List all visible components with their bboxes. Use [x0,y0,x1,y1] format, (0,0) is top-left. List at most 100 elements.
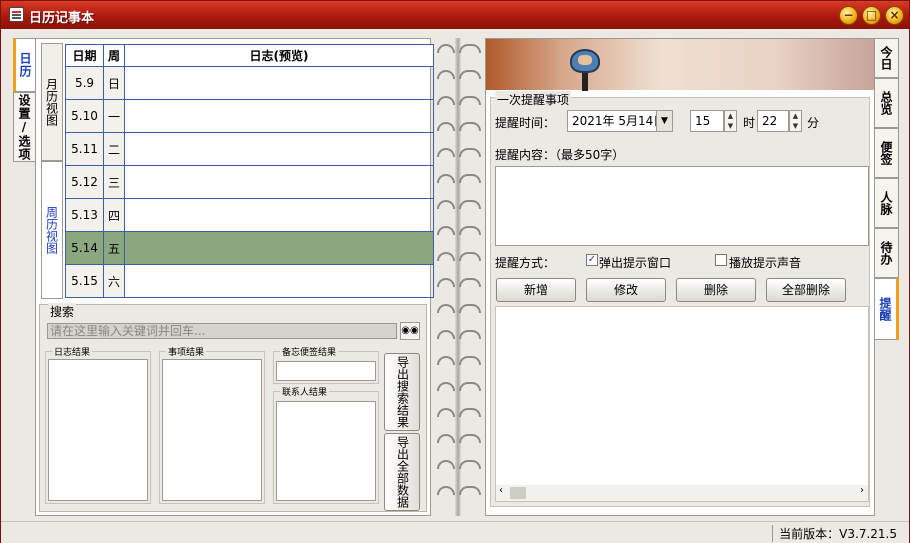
table-row[interactable]: 5.10 一 [65,99,434,133]
tab-month-view[interactable]: 月历视图 [41,43,63,161]
log-cell[interactable] [124,99,434,133]
reminder-time-label: 提醒时间： [495,116,556,130]
tab-overview[interactable]: 总览 [875,78,899,128]
log-results-list[interactable] [48,359,148,501]
table-row[interactable]: 5.9 日 [65,66,434,100]
sound-label: 播放提示声音 [729,256,802,270]
close-icon: × [889,8,900,22]
maximize-button[interactable]: □ [862,6,881,25]
tab-calendar[interactable]: 日历 [13,38,35,92]
weekday-cell: 日 [103,66,125,100]
contact-results-list[interactable] [276,401,376,501]
column-header-log: 日志(预览) [124,44,434,67]
memo-results-list[interactable] [276,361,376,381]
tab-contacts[interactable]: 人脉 [875,178,899,228]
table-row-selected[interactable]: 5.14 五 [65,231,434,265]
heart-icon [566,45,604,91]
reminder-list[interactable]: ‹ › [495,306,869,502]
popup-checkbox[interactable]: ✓ [586,254,598,266]
minute-unit-label: 分 [807,116,820,130]
tab-today[interactable]: 今日 [875,38,899,78]
date-cell: 5.10 [65,99,104,133]
spiral-ring [437,42,481,53]
minute-spinner[interactable]: ▲ ▼ [789,110,802,132]
spiral-ring [437,198,481,209]
chevron-left-icon[interactable]: ‹ [499,485,503,496]
reminder-form: 一次提醒事项 提醒时间： 2021年 5月14日 ▼ 15 ▲ ▼ 时 22 ▲ ▼… [490,91,870,507]
tab-todo[interactable]: 待办 [875,228,899,278]
export-all-data-button[interactable]: 导出全部数据 [384,433,420,511]
table-row[interactable]: 5.12 三 [65,165,434,199]
horizontal-scrollbar[interactable]: ‹ › [496,485,868,501]
delete-button[interactable]: 删除 [676,278,756,302]
log-results-label: 日志结果 [52,345,93,358]
log-cell[interactable] [124,132,434,166]
table-row[interactable]: 5.13 四 [65,198,434,232]
hour-spinner[interactable]: ▲ ▼ [724,110,737,132]
popup-label: 弹出提示窗口 [599,256,672,270]
spiral-ring [437,484,481,495]
spiral-ring [437,302,481,313]
banner-image [486,39,874,91]
weekday-cell: 四 [103,198,125,232]
tab-notes[interactable]: 便签 [875,128,899,178]
edit-button[interactable]: 修改 [586,278,666,302]
reminder-group-label: 一次提醒事项 [495,91,572,108]
spiral-ring [437,172,481,183]
column-header-weekday: 周 [103,44,125,67]
contact-results-label: 联系人结果 [280,385,330,398]
date-cell: 5.9 [65,66,104,100]
chevron-down-icon[interactable]: ▼ [656,111,672,131]
tab-settings[interactable]: 设置/选项 [13,92,35,162]
date-cell: 5.12 [65,165,104,199]
reminder-content-textarea[interactable] [495,166,869,246]
column-header-date: 日期 [65,44,104,67]
title-bar[interactable]: 日历记事本 − □ × [1,1,909,29]
chevron-right-icon[interactable]: › [860,485,864,496]
log-cell[interactable] [124,264,434,298]
date-cell: 5.15 [65,264,104,298]
date-value: 2021年 5月14日 [572,114,666,128]
binoculars-icon: ◉◉ [401,325,419,336]
memo-results-box: 备忘便签结果 [273,345,379,384]
hour-input[interactable]: 15 [690,110,724,132]
minimize-button[interactable]: − [839,6,858,25]
delete-all-button[interactable]: 全部删除 [766,278,846,302]
add-button[interactable]: 新增 [496,278,576,302]
close-button[interactable]: × [885,6,904,25]
memo-results-label: 备忘便签结果 [280,345,339,358]
search-input[interactable]: 请在这里输入关键词并回车... [47,323,397,339]
item-results-list[interactable] [162,359,262,501]
version-label: 当前版本：V3.7.21.5 [772,525,897,542]
tab-week-view[interactable]: 周历视图 [41,161,63,299]
minute-input[interactable]: 22 [757,110,789,132]
notebook-spiral [433,38,485,516]
export-search-results-button[interactable]: 导出搜索结果 [384,353,420,431]
table-row[interactable]: 5.15 六 [65,264,434,298]
search-go-button[interactable]: ◉◉ [400,322,420,340]
maximize-icon: □ [865,8,878,22]
search-label: 搜索 [48,303,77,320]
weekday-cell: 二 [103,132,125,166]
table-row[interactable]: 5.11 二 [65,132,434,166]
spiral-ring [437,276,481,287]
scrollbar-thumb[interactable] [510,487,526,499]
log-cell[interactable] [124,165,434,199]
tab-reminder[interactable]: 提醒 [875,278,899,340]
spiral-ring [437,458,481,469]
sound-checkbox[interactable] [715,254,727,266]
log-cell[interactable] [124,66,434,100]
reminder-content-label: 提醒内容：（最多50字） [495,148,625,162]
status-bar: 当前版本：V3.7.21.5 [1,521,909,543]
calendar-panel: 月历视图 周历视图 日期 周 日志(预览) 5.9 日 5.10 一 5.11 二 5… [35,38,434,516]
reminder-date-picker[interactable]: 2021年 5月14日 ▼ [567,110,673,132]
main-window: 日历记事本 − □ × 日历 设置/选项 月历视图 周历视图 日期 周 日志(预… [0,0,910,543]
notebook-icon [9,7,24,22]
spiral-ring [437,120,481,131]
spiral-ring [437,224,481,235]
week-table: 日期 周 日志(预览) 5.9 日 5.10 一 5.11 二 5.12 三 5.13 四… [65,44,434,298]
date-cell: 5.11 [65,132,104,166]
log-cell[interactable] [124,198,434,232]
reminder-panel: 一次提醒事项 提醒时间： 2021年 5月14日 ▼ 15 ▲ ▼ 时 22 ▲ ▼… [485,38,875,516]
log-cell[interactable] [124,231,434,265]
